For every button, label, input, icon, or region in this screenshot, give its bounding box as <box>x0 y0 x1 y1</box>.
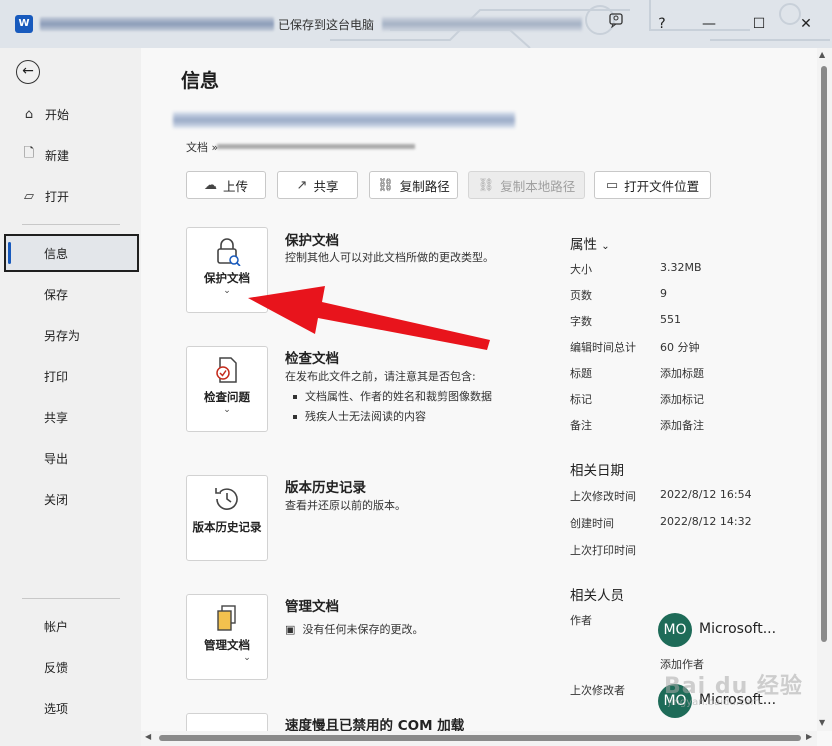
copy-local-path-button[interactable]: ⛓ 复制本地路径 <box>468 171 585 199</box>
document-title-redacted <box>173 112 515 128</box>
manage-document-status: ▣ 没有任何未保存的更改。 <box>285 623 424 636</box>
manage-document-tile[interactable]: 管理文档 ⌄ <box>186 594 268 680</box>
folder-open-icon: ▱ <box>24 188 34 204</box>
inspect-document-title: 检查文档 <box>285 351 339 367</box>
document-name-redacted <box>40 17 274 31</box>
inspect-document-description: 在发布此文件之前，请注意其是否包含: <box>285 370 476 383</box>
nav-item-print[interactable]: 打印 <box>0 358 141 394</box>
history-icon <box>187 484 267 521</box>
chevron-down-icon: ⌄ <box>223 286 231 296</box>
chevron-down-icon: ⌄ <box>223 405 231 415</box>
back-arrow-icon[interactable]: ← <box>16 60 40 84</box>
backstage-nav: ← ⌂ 开始 🗋 新建 ▱ 打开 信息 保存 另存为 打印 共享 导出 关闭 帐… <box>0 48 141 746</box>
share-icon: ↗ <box>296 177 308 193</box>
link-icon: ⛓ <box>377 177 394 193</box>
scroll-right-icon[interactable]: ▶ <box>806 732 812 741</box>
document-status-icon: ▣ <box>285 623 296 636</box>
nav-divider <box>22 224 120 225</box>
manage-doc-icon <box>187 603 267 640</box>
protect-document-tile[interactable]: 保护文档 ⌄ <box>186 227 268 313</box>
inspect-document-list: 文档属性、作者的姓名和裁剪图像数据 残疾人士无法阅读的内容 <box>291 389 501 429</box>
nav-divider <box>22 598 120 599</box>
help-button[interactable]: ? <box>648 10 676 38</box>
nav-item-options[interactable]: 选项 <box>0 690 141 726</box>
vertical-scroll-thumb[interactable] <box>821 66 827 642</box>
page-title: 信息 <box>181 70 220 92</box>
lock-icon <box>187 236 267 273</box>
horizontal-scroll-thumb[interactable] <box>159 735 801 741</box>
title-redacted <box>382 17 582 31</box>
scroll-up-icon[interactable]: ▲ <box>819 50 825 59</box>
check-issues-tile[interactable]: 检查问题 ⌄ <box>186 346 268 432</box>
nav-item-new[interactable]: 🗋 新建 <box>0 137 141 173</box>
author-name[interactable]: Microsoft... <box>699 621 776 637</box>
nav-item-share[interactable]: 共享 <box>0 399 141 435</box>
list-item: 残疾人士无法阅读的内容 <box>291 409 501 425</box>
nav-item-save[interactable]: 保存 <box>0 276 141 312</box>
related-people-header: 相关人员 <box>570 588 624 604</box>
properties-header[interactable]: 属性 ⌄ <box>570 233 610 253</box>
info-pane: 信息 文档 » ☁ 上传 ↗ 共享 ⛓ 复制路径 ⛓ 复制本地路径 ▭ 打开文件… <box>141 48 832 746</box>
home-icon: ⌂ <box>24 106 34 122</box>
link-icon: ⛓ <box>477 177 495 193</box>
document-path: 文档 » <box>186 141 219 154</box>
word-icon: W <box>15 15 33 33</box>
close-button[interactable]: ✕ <box>792 10 820 38</box>
watermark-url: jingyan.baidu.com <box>668 697 761 708</box>
manage-document-title: 管理文档 <box>285 599 339 615</box>
nav-item-feedback[interactable]: 反馈 <box>0 649 141 685</box>
path-redacted <box>217 144 415 149</box>
nav-item-close[interactable]: 关闭 <box>0 481 141 517</box>
restore-button[interactable]: ☐ <box>745 10 773 38</box>
chevron-down-icon: ⌄ <box>243 653 251 663</box>
protect-document-description: 控制其他人可以对此文档所做的更改类型。 <box>285 251 494 264</box>
nav-item-info[interactable]: 信息 <box>4 234 139 272</box>
open-file-location-button[interactable]: ▭ 打开文件位置 <box>594 171 711 199</box>
copy-path-button[interactable]: ⛓ 复制路径 <box>369 171 458 199</box>
related-dates-header: 相关日期 <box>570 463 624 479</box>
nav-item-save-as[interactable]: 另存为 <box>0 317 141 353</box>
inspect-doc-icon <box>187 355 267 392</box>
scroll-down-icon[interactable]: ▼ <box>819 718 825 727</box>
scroll-left-icon[interactable]: ◀ <box>145 732 151 741</box>
folder-icon: ▭ <box>605 177 619 193</box>
minimize-button[interactable]: — <box>695 10 723 38</box>
list-item: 文档属性、作者的姓名和裁剪图像数据 <box>291 389 501 405</box>
version-history-title: 版本历史记录 <box>285 480 366 496</box>
watermark-logo: Bai du 经验 <box>664 674 803 699</box>
nav-item-home[interactable]: ⌂ 开始 <box>0 96 141 132</box>
upload-button[interactable]: ☁ 上传 <box>186 171 266 199</box>
version-history-tile[interactable]: 版本历史记录 <box>186 475 268 561</box>
nav-item-open[interactable]: ▱ 打开 <box>0 178 141 214</box>
share-button[interactable]: ↗ 共享 <box>277 171 358 199</box>
nav-item-account[interactable]: 帐户 <box>0 608 141 644</box>
avatar[interactable]: MO <box>658 613 692 647</box>
version-history-description: 查看并还原以前的版本。 <box>285 499 406 512</box>
new-doc-icon: 🗋 <box>23 146 35 161</box>
save-status: 已保存到这台电脑 <box>278 18 375 32</box>
protect-document-title: 保护文档 <box>285 233 339 249</box>
person-feedback-icon[interactable] <box>602 10 630 38</box>
upload-icon: ☁ <box>203 177 217 193</box>
title-bar: W 已保存到这台电脑 ? — ☐ ✕ <box>0 0 832 48</box>
chevron-down-icon: ⌄ <box>601 241 610 252</box>
nav-item-export[interactable]: 导出 <box>0 440 141 476</box>
